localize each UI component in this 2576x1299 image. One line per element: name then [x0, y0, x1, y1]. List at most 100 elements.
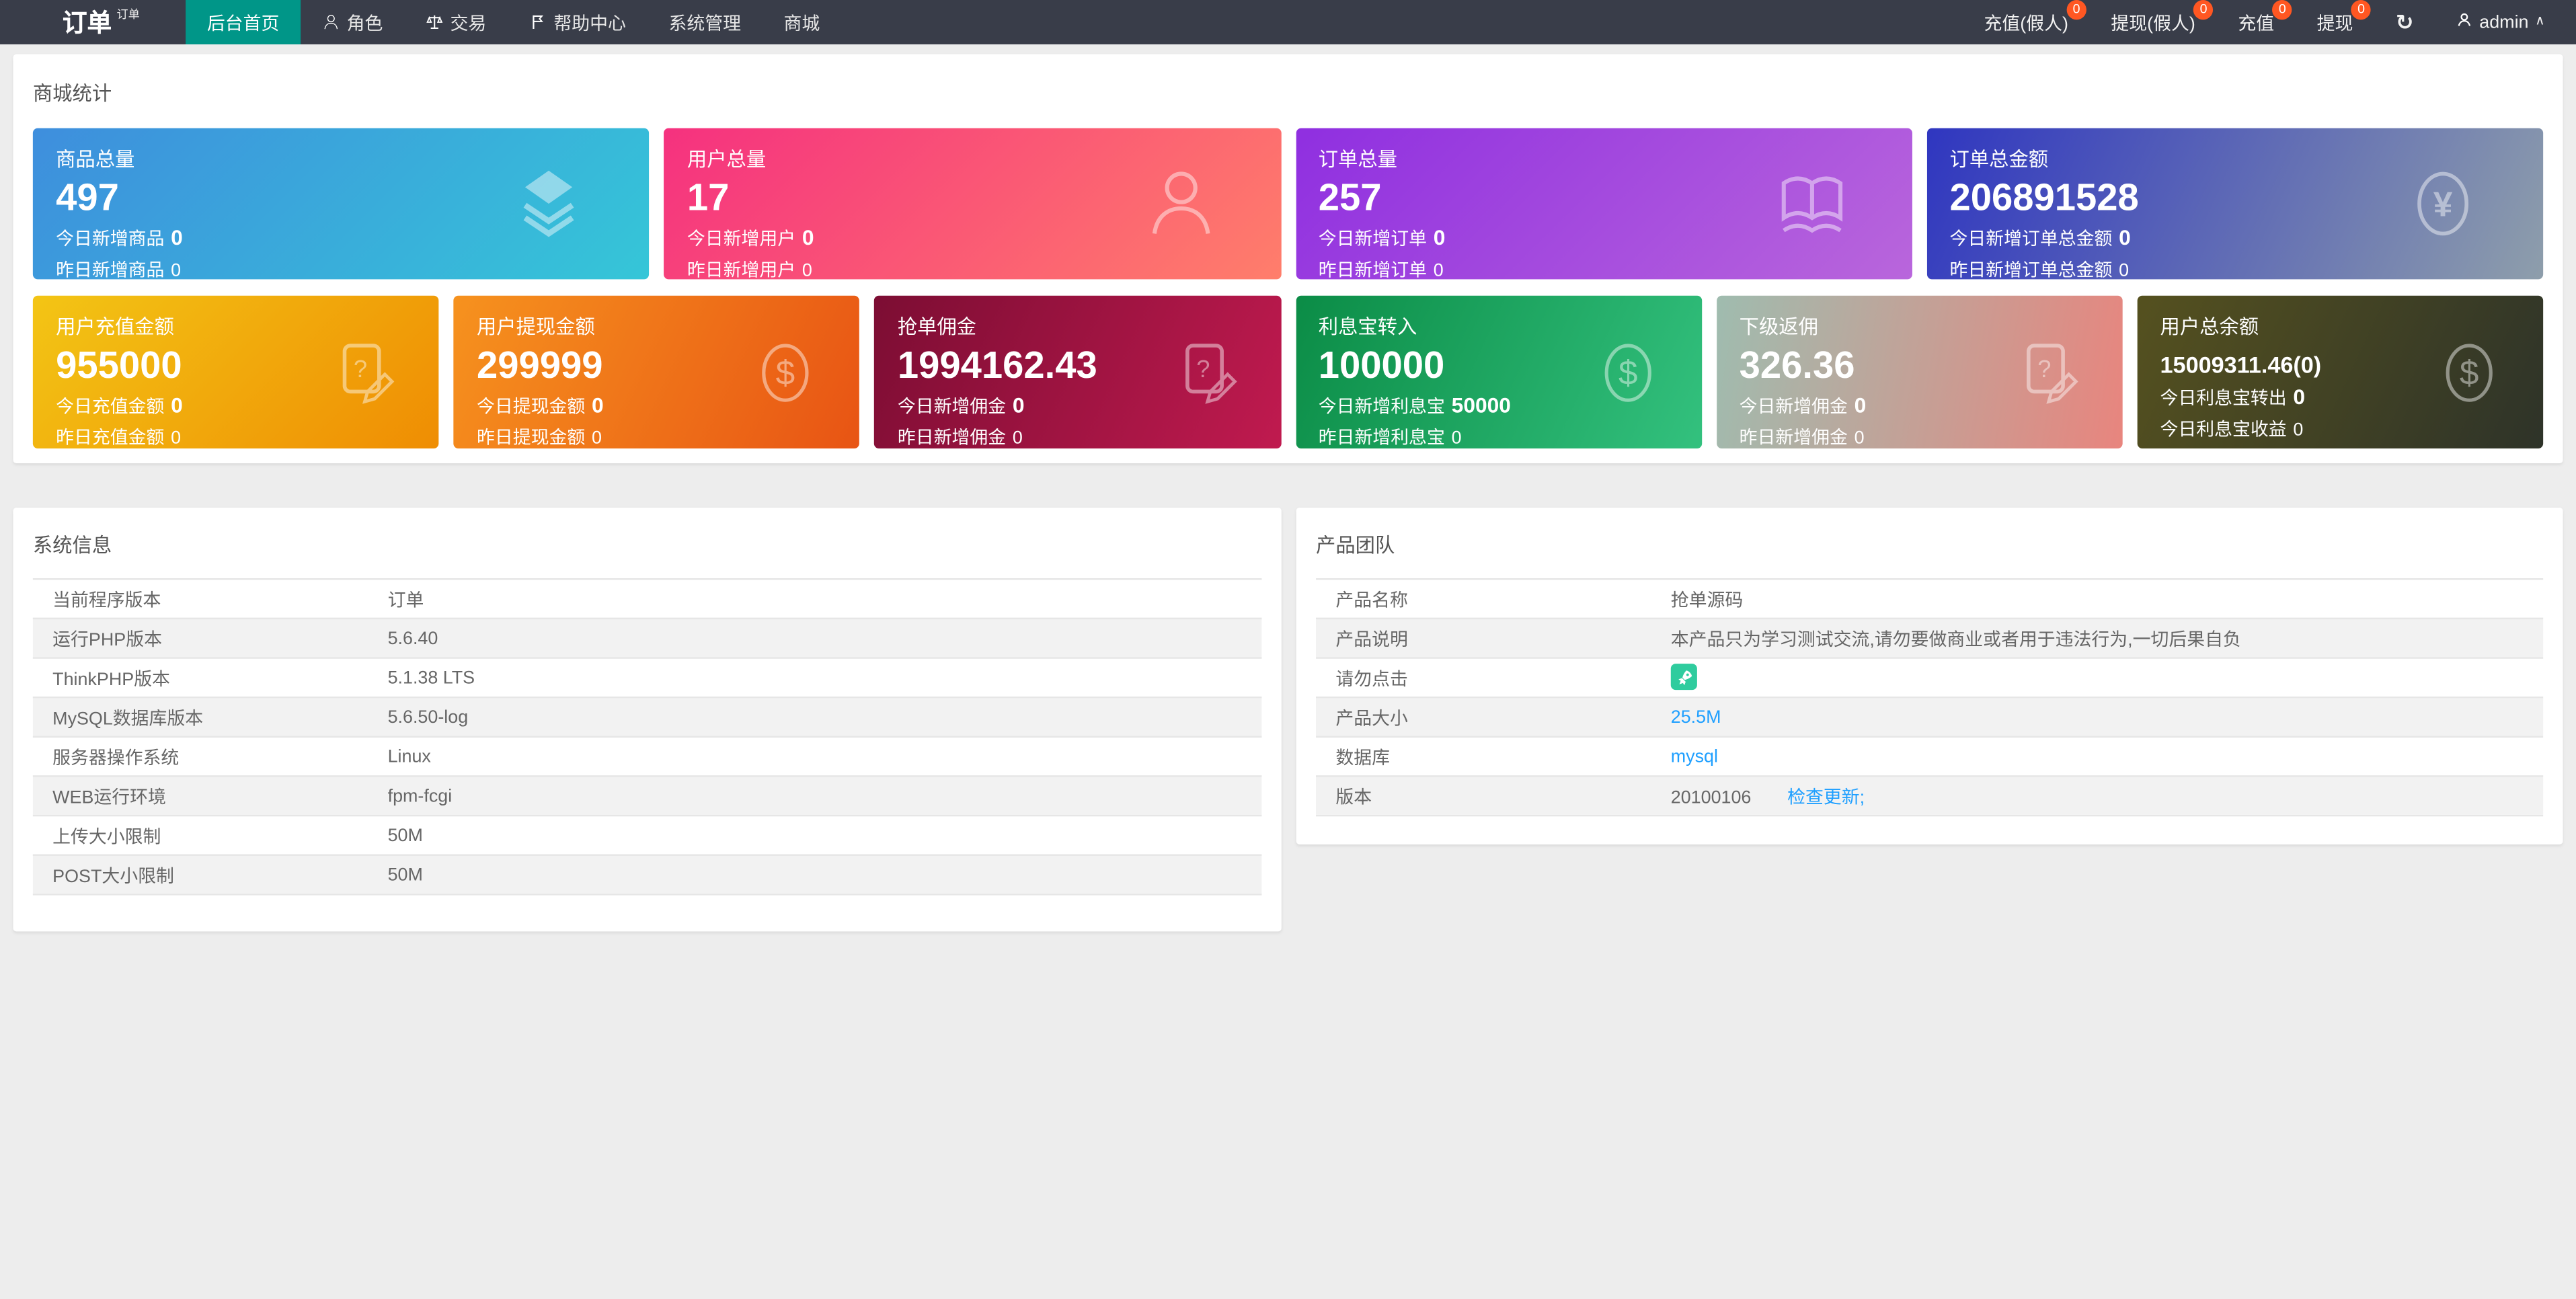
table-row: 产品名称 抢单源码	[1316, 578, 2544, 618]
table-row: 服务器操作系统 Linux	[32, 736, 1262, 776]
dollar-circle-icon: $	[2435, 336, 2504, 409]
version-number: 20100106	[1670, 787, 1752, 808]
quick-actions: 充值(假人) 0 提现(假人) 0 充值 0 提现 0	[1963, 0, 2374, 44]
stat-yesterday-label: 昨日新增利息宝	[1318, 428, 1445, 449]
quick-action-2[interactable]: 提现(假人) 0	[2090, 0, 2217, 44]
stat-card-yesterday-line: 昨日提现金额 0	[477, 424, 860, 448]
stat-card-yesterday-line: 昨日新增订单 0	[1319, 256, 1912, 279]
table-row: 产品大小 25.5M	[1316, 696, 2544, 736]
stat-today-value: 0	[1012, 392, 1025, 418]
value-link[interactable]: mysql	[1671, 746, 1718, 766]
notification-badge: 0	[2272, 0, 2292, 20]
nav-menu-item-4[interactable]: 帮助中心	[508, 0, 648, 44]
scales-icon	[426, 13, 444, 32]
stat-today-label: 今日充值金额	[56, 397, 165, 418]
table-row: 上传大小限制 50M	[32, 814, 1262, 855]
stat-today-label: 今日新增订单总金额	[1949, 230, 2113, 250]
stat-today-label: 今日新增佣金	[897, 397, 1007, 418]
stat-today-label: 今日新增用户	[687, 230, 796, 250]
refresh-button[interactable]: ↻	[2374, 0, 2435, 44]
nav-menu-item-2[interactable]: 角色	[301, 0, 404, 44]
row-value: 5.6.50-log	[387, 707, 469, 727]
nav-menu-label: 帮助中心	[553, 13, 626, 34]
svg-text:?: ?	[2037, 354, 2051, 382]
svg-text:?: ?	[354, 354, 367, 382]
stat-card-yesterday-line: 昨日新增利息宝 0	[1319, 424, 1702, 448]
table-row: WEB运行环境 fpm-fcgi	[32, 775, 1262, 815]
product-team-table: 产品名称 抢单源码 产品说明 本产品只为学习测试交流,请勿要做商业或者用于违法行为,一…	[1316, 578, 2544, 817]
nav-menu-item-5[interactable]: 系统管理	[648, 0, 763, 44]
quick-action-label: 提现(假人)	[2111, 13, 2195, 34]
stat-yesterday-label: 昨日新增佣金	[1739, 428, 1848, 449]
check-update-link[interactable]: 检查更新;	[1787, 788, 1865, 808]
main-menu: 后台首页 角色 交易 帮助中心 系统管理 商城	[186, 0, 841, 44]
admin-menu[interactable]: admin ∧	[2435, 0, 2566, 44]
refresh-icon: ↻	[2395, 9, 2414, 34]
stat-card: 用户提现金额 299999 今日提现金额 0 昨日提现金额 0 $	[453, 295, 860, 449]
brand-subtitle: 订单	[116, 9, 140, 21]
doc-edit-icon: ?	[2014, 336, 2083, 409]
stat-today-value: 0	[2293, 384, 2306, 409]
stat-yesterday-value: 0	[2293, 420, 2304, 440]
stat-today-value: 0	[171, 225, 183, 250]
rocket-icon[interactable]	[1670, 664, 1697, 691]
svg-text:$: $	[1618, 352, 1637, 391]
stat-today-value: 50000	[1451, 392, 1511, 418]
svg-text:$: $	[776, 352, 795, 391]
brand-title: 订单	[62, 9, 112, 38]
row-label: 产品名称	[1335, 590, 1408, 611]
system-info-panel: 系统信息 当前程序版本 订单 运行PHP版本 5.6.40 ThinkPHP版本 5.1.…	[13, 507, 1282, 932]
row-value: 50M	[387, 825, 423, 846]
stat-yesterday-label: 昨日提现金额	[476, 428, 586, 449]
quick-action-3[interactable]: 充值 0	[2217, 0, 2296, 44]
stat-yesterday-value: 0	[1433, 261, 1444, 280]
row-value: 订单	[387, 590, 424, 611]
quick-action-4[interactable]: 提现 0	[2296, 0, 2374, 44]
flag-icon	[529, 13, 547, 32]
quick-action-1[interactable]: 充值(假人) 0	[1963, 0, 2090, 44]
stat-yesterday-value: 0	[2119, 261, 2130, 280]
row-label: 产品说明	[1335, 629, 1408, 650]
nav-menu-label: 商城	[783, 13, 820, 34]
nav-menu-item-6[interactable]: 商城	[763, 0, 841, 44]
stat-card-yesterday-line: 昨日充值金额 0	[56, 424, 439, 448]
stat-yesterday-value: 0	[591, 428, 602, 449]
layers-icon	[511, 164, 586, 243]
stat-yesterday-label: 昨日新增订单总金额	[1949, 261, 2113, 280]
book-icon	[1774, 164, 1849, 243]
stats-cards-row1: 商品总量 497 今日新增商品 0 昨日新增商品 0 用户总量 17 今日新增用户 0 昨日新增用户…	[32, 128, 2544, 280]
stat-card: 商品总量 497 今日新增商品 0 昨日新增商品 0	[32, 128, 650, 280]
chevron-up-icon: ∧	[2535, 13, 2545, 28]
system-info-table: 当前程序版本 订单 运行PHP版本 5.6.40 ThinkPHP版本 5.1.38 LT…	[32, 578, 1262, 896]
table-row: 请勿点击	[1316, 657, 2544, 697]
stat-yesterday-label: 今日利息宝收益	[2160, 420, 2287, 440]
system-info-title: 系统信息	[32, 534, 112, 557]
row-label: 数据库	[1335, 748, 1390, 769]
row-label: 上传大小限制	[52, 827, 161, 847]
value-link[interactable]: 25.5M	[1671, 707, 1721, 727]
admin-name: admin	[2479, 12, 2529, 32]
stat-card: 抢单佣金 1994162.43 今日新增佣金 0 昨日新增佣金 0?	[874, 295, 1281, 449]
row-value: 5.6.40	[387, 628, 438, 648]
row-label: 请勿点击	[1335, 669, 1408, 689]
table-row: 版本 20100106 检查更新;	[1316, 775, 2544, 815]
doc-edit-icon: ?	[1172, 336, 1241, 409]
stat-card-yesterday-line: 昨日新增佣金 0	[898, 424, 1281, 448]
stat-yesterday-value: 0	[1451, 428, 1462, 449]
dollar-circle-icon: $	[1593, 336, 1662, 409]
stat-card-yesterday-line: 昨日新增佣金 0	[1740, 424, 2123, 448]
stat-yesterday-value: 0	[1012, 428, 1023, 449]
row-label: ThinkPHP版本	[52, 669, 170, 689]
stat-yesterday-value: 0	[802, 261, 812, 280]
stats-cards-row2: 用户充值金额 955000 今日充值金额 0 昨日充值金额 0? 用户提现金额 299999 今…	[32, 295, 2544, 449]
stat-yesterday-label: 昨日新增用户	[687, 261, 796, 280]
nav-menu-item-1[interactable]: 后台首页	[186, 0, 301, 44]
row-label: 版本	[1335, 787, 1372, 808]
stat-yesterday-label: 昨日充值金额	[56, 428, 165, 449]
stat-card: 下级返佣 326.36 今日新增佣金 0 昨日新增佣金 0?	[1716, 295, 2123, 449]
person-icon	[322, 13, 340, 32]
nav-menu-item-3[interactable]: 交易	[404, 0, 508, 44]
stat-yesterday-value: 0	[1854, 428, 1865, 449]
stat-card-yesterday-line: 昨日新增订单总金额 0	[1950, 256, 2544, 279]
row-value: 50M	[387, 865, 423, 885]
